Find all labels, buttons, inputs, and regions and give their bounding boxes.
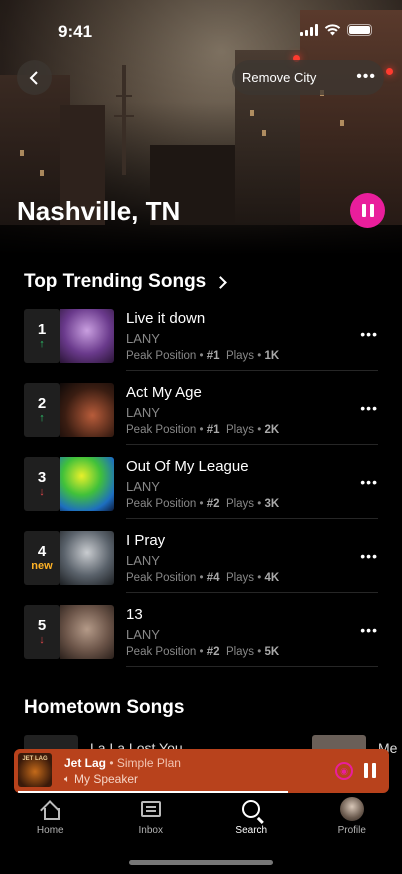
rank-number: 5 xyxy=(37,617,47,634)
song-stats: Peak Position • #2 Plays • 3K xyxy=(126,498,280,510)
song-row[interactable]: 3 ↓ Out Of My League LANY Peak Position … xyxy=(24,456,378,530)
mini-player[interactable]: JET LAG Jet Lag • Simple Plan 🔈︎ My Spea… xyxy=(14,749,389,793)
row-divider xyxy=(126,444,378,445)
row-divider xyxy=(126,518,378,519)
mini-pause-button[interactable] xyxy=(364,763,380,783)
radio-tower-shape xyxy=(114,65,134,175)
top-trending-header[interactable]: Top Trending Songs xyxy=(24,271,228,293)
connect-device-icon[interactable]: ◉ xyxy=(335,762,353,780)
tab-inbox[interactable]: Inbox xyxy=(101,797,202,845)
tab-label: Search xyxy=(235,825,268,836)
now-playing-title: Jet Lag • Simple Plan xyxy=(64,756,181,770)
more-options-icon[interactable]: ••• xyxy=(360,474,378,490)
album-cover xyxy=(60,383,114,437)
tab-search[interactable]: Search xyxy=(201,797,302,845)
wifi-icon xyxy=(324,24,341,36)
tab-home[interactable]: Home xyxy=(0,797,101,845)
remove-city-button[interactable]: Remove City ••• xyxy=(232,60,384,95)
back-button[interactable] xyxy=(17,60,52,95)
trending-songs-list: 1 ↑ Live it down LANY Peak Position • #1… xyxy=(24,308,378,678)
new-badge: new xyxy=(31,560,53,572)
song-stats: Peak Position • #1 Plays • 2K xyxy=(126,424,280,436)
trend-down-icon: ↓ xyxy=(39,486,45,498)
city-pause-button[interactable] xyxy=(350,193,385,228)
album-cover xyxy=(60,309,114,363)
row-divider xyxy=(126,666,378,667)
remove-city-label: Remove City xyxy=(242,70,317,85)
song-artist: LANY xyxy=(126,405,160,420)
trend-up-icon: ↑ xyxy=(39,412,45,424)
search-icon xyxy=(242,800,261,818)
row-divider xyxy=(126,370,378,371)
song-title: Out Of My League xyxy=(126,458,249,475)
rank-badge: 4 new xyxy=(24,531,60,585)
top-trending-title: Top Trending Songs xyxy=(24,271,207,292)
connected-device[interactable]: 🔈︎ My Speaker xyxy=(64,772,138,786)
bottom-tab-bar: Home Inbox Search Profile xyxy=(0,797,402,845)
chevron-right-icon xyxy=(214,275,228,289)
hometown-songs-title: Hometown Songs xyxy=(24,697,185,718)
more-options-icon[interactable]: ••• xyxy=(360,400,378,416)
device-name: My Speaker xyxy=(74,772,139,786)
status-time: 9:41 xyxy=(58,22,93,41)
tab-label: Home xyxy=(36,825,64,836)
battery-icon xyxy=(347,24,372,36)
rank-number: 2 xyxy=(37,395,47,412)
song-row[interactable]: 4 new I Pray LANY Peak Position • #4 Pla… xyxy=(24,530,378,604)
more-options-icon[interactable]: ••• xyxy=(360,326,378,342)
song-row[interactable]: 5 ↓ 13 LANY Peak Position • #2 Plays • 5… xyxy=(24,604,378,678)
avatar xyxy=(339,797,364,821)
song-artist: LANY xyxy=(126,553,160,568)
album-cover xyxy=(60,605,114,659)
playback-progress-bar xyxy=(18,791,288,793)
rank-badge: 3 ↓ xyxy=(24,457,60,511)
song-title: Live it down xyxy=(126,310,206,327)
song-stats: Peak Position • #1 Plays • 1K xyxy=(126,350,280,362)
tab-label: Profile xyxy=(337,825,366,836)
chevron-left-icon xyxy=(29,70,38,85)
trend-up-icon: ↑ xyxy=(39,338,45,350)
inbox-icon xyxy=(140,801,161,817)
song-title: Act My Age xyxy=(126,384,202,401)
song-artist: LANY xyxy=(126,627,160,642)
more-options-icon[interactable]: ••• xyxy=(360,622,378,638)
status-bar: 9:41 xyxy=(0,0,402,54)
now-playing-cover: JET LAG xyxy=(18,753,52,787)
rank-number: 4 xyxy=(37,543,47,560)
now-playing-artist: Simple Plan xyxy=(116,756,181,770)
tab-profile[interactable]: Profile xyxy=(302,797,402,845)
song-row[interactable]: 2 ↑ Act My Age LANY Peak Position • #1 P… xyxy=(24,382,378,456)
rank-number: 3 xyxy=(37,469,47,486)
song-artist: LANY xyxy=(126,331,160,346)
more-options-icon[interactable]: ••• xyxy=(360,548,378,564)
song-title: 13 xyxy=(126,606,143,623)
rank-badge: 1 ↑ xyxy=(24,309,60,363)
trend-down-icon: ↓ xyxy=(39,634,45,646)
tab-label: Inbox xyxy=(138,825,163,836)
city-title: Nashville, TN xyxy=(17,196,181,226)
traffic-light-glow xyxy=(386,68,393,75)
song-row[interactable]: 1 ↑ Live it down LANY Peak Position • #1… xyxy=(24,308,378,382)
cellular-signal-icon xyxy=(300,24,318,36)
row-divider xyxy=(126,592,378,593)
rank-badge: 5 ↓ xyxy=(24,605,60,659)
song-stats: Peak Position • #4 Plays • 4K xyxy=(126,572,280,584)
home-indicator xyxy=(129,860,273,865)
cover-text: JET LAG xyxy=(22,756,48,762)
rank-number: 1 xyxy=(37,321,47,338)
song-stats: Peak Position • #2 Plays • 5K xyxy=(126,646,280,658)
album-cover xyxy=(60,457,114,511)
song-title: I Pray xyxy=(126,532,166,549)
rank-badge: 2 ↑ xyxy=(24,383,60,437)
home-icon xyxy=(41,801,61,820)
speaker-icon: 🔈︎ xyxy=(64,773,70,785)
status-icons xyxy=(300,24,372,36)
now-playing-song: Jet Lag xyxy=(64,756,107,770)
song-artist: LANY xyxy=(126,479,160,494)
album-cover xyxy=(60,531,114,585)
more-options-icon[interactable]: ••• xyxy=(356,68,376,86)
pause-icon xyxy=(361,204,374,217)
